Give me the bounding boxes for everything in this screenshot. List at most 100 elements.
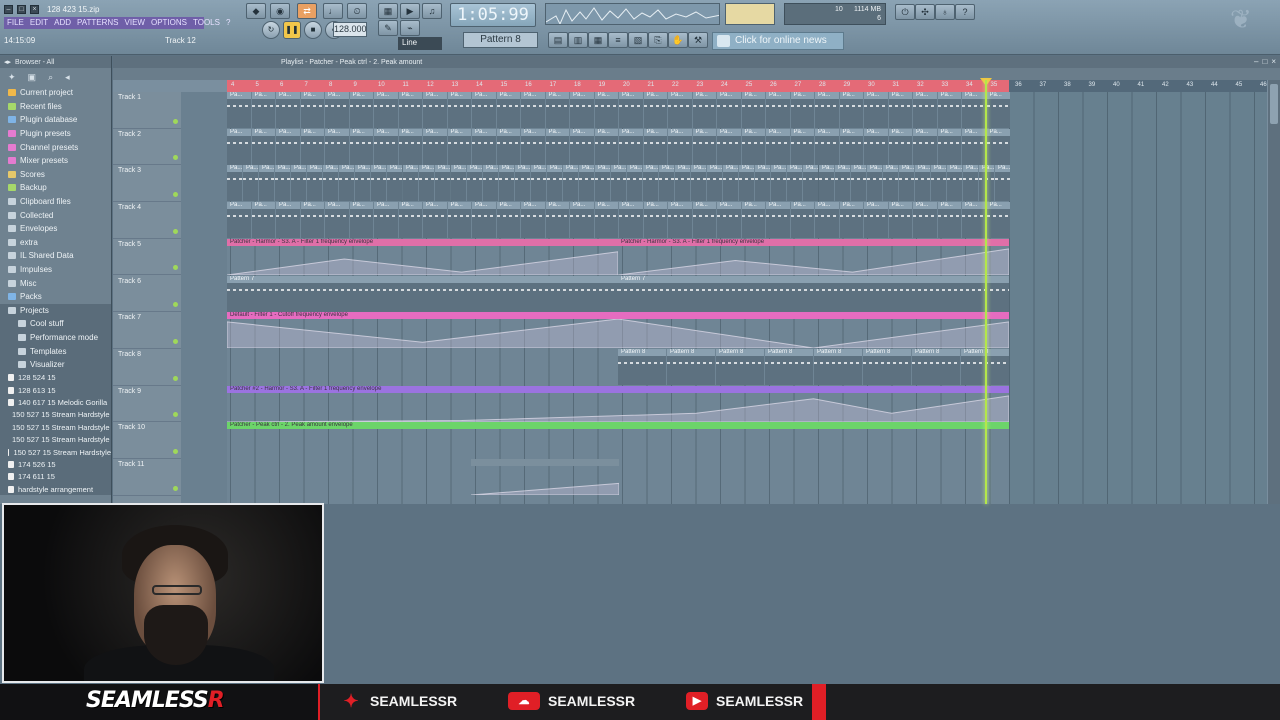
pattern-clip[interactable]: Pa... [888, 202, 912, 239]
pattern-clip[interactable]: Pa... [675, 165, 690, 202]
pattern-clip[interactable]: Pa... [483, 165, 498, 202]
pattern-clip[interactable]: Pa... [619, 92, 643, 128]
pattern-clip[interactable]: Pa... [668, 92, 692, 128]
pattern-clip[interactable]: Pa... [739, 165, 754, 202]
pattern-clip[interactable]: Pa... [251, 202, 275, 239]
pattern-clip[interactable]: Pa... [668, 128, 692, 165]
track-header[interactable]: Track 5 [113, 239, 181, 276]
pattern-clip[interactable]: Pa... [570, 128, 594, 165]
pattern-clip[interactable]: Pa... [251, 128, 275, 165]
pattern-clip[interactable]: Pa... [521, 128, 545, 165]
track-header[interactable]: Track 2 [113, 129, 181, 166]
project-file-item[interactable]: 174 611 15 [0, 470, 111, 483]
pattern-clip[interactable]: Pa... [790, 202, 814, 239]
pattern-clip[interactable]: Pa... [986, 92, 1010, 128]
pattern-clip[interactable]: Pattern 7 [618, 275, 1009, 312]
step-edit-icon[interactable]: ▶ [400, 3, 420, 19]
browser-item[interactable]: Projects [0, 303, 111, 318]
pattern-clip[interactable]: Pa... [937, 128, 961, 165]
pattern-clip[interactable]: Pa... [643, 128, 667, 165]
pattern-clip[interactable]: Pa... [790, 128, 814, 165]
pattern-clip[interactable]: Pa... [888, 128, 912, 165]
pattern-clip[interactable]: Pa... [349, 202, 373, 239]
track-mute-led[interactable] [173, 265, 178, 271]
pattern-clip[interactable]: Pa... [864, 92, 888, 128]
track-mute-led[interactable] [173, 155, 178, 161]
menu-file[interactable]: File [4, 17, 27, 29]
pattern-clip[interactable]: Pa... [741, 128, 765, 165]
menu-edit[interactable]: Edit [27, 17, 51, 29]
pattern-clip[interactable]: Pa... [467, 165, 482, 202]
microphone-icon[interactable]: ♁ [935, 4, 955, 20]
touch-keyboard-icon[interactable]: ✋ [668, 32, 688, 48]
automation-clip[interactable]: Patcher - Peak ctrl - 2. Peak amount env… [227, 422, 1009, 458]
project-file-item[interactable]: 150 527 15 Stream Hardstyle [0, 445, 111, 459]
automation-clip[interactable] [471, 459, 619, 495]
browser-item[interactable]: Plugin database [0, 113, 111, 127]
pattern-clip[interactable]: Pa... [325, 202, 349, 239]
pattern-clip[interactable]: Pa... [570, 202, 594, 239]
pattern-clip[interactable]: Pa... [251, 92, 275, 128]
automation-clip[interactable]: Patcher - Harmor - S3. A - Filter 1 freq… [618, 238, 1009, 275]
track-mute-led[interactable] [173, 338, 178, 344]
audio-input-icon[interactable]: ♫ [422, 3, 442, 19]
pattern-clip[interactable]: Pa... [766, 92, 790, 128]
browser-item[interactable]: Impulses [0, 263, 111, 277]
pattern-clip[interactable]: Pa... [659, 165, 674, 202]
playlist-close-icon[interactable]: × [1271, 57, 1276, 66]
pattern-clip[interactable]: Pa... [515, 165, 530, 202]
pattern-clip[interactable]: Pa... [307, 165, 322, 202]
pattern-clip[interactable]: Pa... [717, 128, 741, 165]
pattern-clip[interactable]: Pa... [888, 92, 912, 128]
track-mute-led[interactable] [173, 228, 178, 234]
menu-tools[interactable]: Tools [190, 17, 223, 29]
pattern-clip[interactable]: Pa... [864, 128, 888, 165]
browser-search-icon[interactable]: ⌕ [48, 72, 53, 83]
pattern-clip[interactable]: Pa... [243, 165, 258, 202]
browser-item[interactable]: Clipboard files [0, 195, 111, 209]
pattern-clip[interactable]: Pa... [741, 92, 765, 128]
pattern-clip[interactable]: Pa... [374, 202, 398, 239]
pattern-clip[interactable]: Pattern 7 [227, 275, 618, 312]
pattern-clip[interactable]: Pa... [962, 92, 986, 128]
automation-clip[interactable]: Patcher - Harmor - S3. A - Filter 1 freq… [227, 238, 618, 275]
pattern-clip[interactable]: Pa... [545, 202, 569, 239]
pattern-clip[interactable]: Pa... [472, 128, 496, 165]
project-file-item[interactable]: 128 524 15 [0, 371, 111, 384]
menu-patterns[interactable]: Patterns [74, 17, 121, 29]
pattern-clip[interactable]: Pa... [339, 165, 354, 202]
pattern-clip[interactable]: Pa... [570, 92, 594, 128]
pattern-clip[interactable]: Pa... [227, 165, 242, 202]
pattern-clip[interactable]: Pa... [619, 128, 643, 165]
pattern-clip[interactable]: Pa... [986, 128, 1010, 165]
browser-item[interactable]: extra [0, 236, 111, 250]
pattern-clip[interactable]: Pa... [496, 202, 520, 239]
typing-keyboard-icon[interactable]: ▦ [378, 3, 398, 19]
pattern-clip[interactable]: Pa... [692, 92, 716, 128]
record-mode-icon[interactable]: ◉ [270, 3, 290, 19]
pattern-clip[interactable]: Pa... [531, 165, 546, 202]
browser-window-icon[interactable]: ▧ [628, 32, 648, 48]
browser-collapse-icon[interactable]: ✦ [8, 72, 16, 83]
playlist-window-icon[interactable]: ▤ [548, 32, 568, 48]
pattern-mode-icon[interactable]: ◆ [246, 3, 266, 19]
pattern-clip[interactable]: Pa... [594, 128, 618, 165]
pattern-clip[interactable]: Pa... [931, 165, 946, 202]
pattern-clip[interactable]: Pa... [374, 92, 398, 128]
pattern-clip[interactable]: Pa... [545, 128, 569, 165]
project-file-item[interactable]: 150 527 15 Stream Hardstyle 4 [0, 433, 111, 446]
pattern-clip[interactable]: Pa... [300, 128, 324, 165]
pattern-clip[interactable]: Pa... [423, 92, 447, 128]
browser-item[interactable]: Channel presets [0, 140, 111, 154]
track-header[interactable]: Track 6 [113, 276, 181, 313]
pattern-clip[interactable]: Pa... [472, 202, 496, 239]
track-header[interactable]: Track 10 [113, 422, 181, 459]
pattern-clip[interactable]: Pa... [835, 165, 850, 202]
menu-help[interactable]: ? [223, 17, 233, 29]
pattern-clip[interactable]: Pa... [521, 92, 545, 128]
pattern-clip[interactable]: Pa... [913, 92, 937, 128]
pattern-clip[interactable]: Pa... [803, 165, 818, 202]
pattern-clip[interactable]: Pa... [643, 165, 658, 202]
automation-clip[interactable]: Patcher #2 - Harmor - S3. A - Filter 1 f… [227, 385, 1009, 422]
pattern-clip[interactable]: Pa... [611, 165, 626, 202]
